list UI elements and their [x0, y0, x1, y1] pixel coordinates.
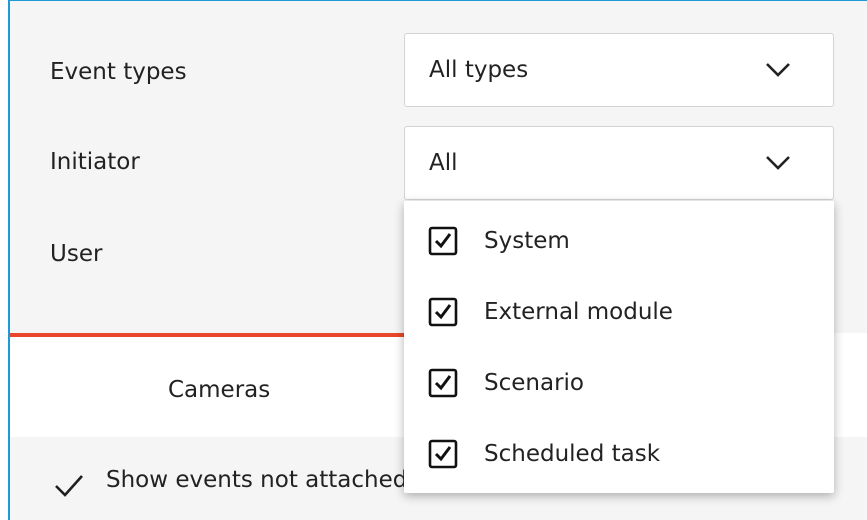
chevron-down-icon [766, 156, 790, 170]
option-scheduled-task[interactable]: Scheduled task [404, 419, 834, 489]
checkbox-checked-icon[interactable] [428, 297, 458, 327]
option-system[interactable]: System [404, 206, 834, 276]
user-label: User [50, 241, 103, 267]
event-types-label: Event types [50, 59, 187, 85]
option-scenario[interactable]: Scenario [404, 348, 834, 418]
chevron-down-icon [766, 63, 790, 77]
option-label: System [484, 228, 570, 254]
initiator-label: Initiator [50, 149, 140, 175]
filter-panel: Event types All types Initiator All User… [8, 0, 867, 520]
tab-cameras[interactable]: Cameras [168, 377, 270, 403]
option-external-module[interactable]: External module [404, 277, 834, 347]
initiator-select[interactable]: All [404, 126, 834, 200]
checkbox-checked-icon[interactable] [428, 368, 458, 398]
active-tab-indicator [10, 333, 404, 337]
option-label: External module [484, 299, 673, 325]
event-types-select[interactable]: All types [404, 33, 834, 107]
checkbox-checked-icon[interactable] [428, 439, 458, 469]
initiator-dropdown-menu: System External module Scenario Schedule… [404, 201, 834, 493]
option-label: Scheduled task [484, 441, 661, 467]
checkbox-checked-icon[interactable] [428, 226, 458, 256]
option-label: Scenario [484, 370, 584, 396]
check-icon [55, 475, 83, 497]
initiator-value: All [429, 150, 458, 176]
event-types-value: All types [429, 57, 529, 83]
